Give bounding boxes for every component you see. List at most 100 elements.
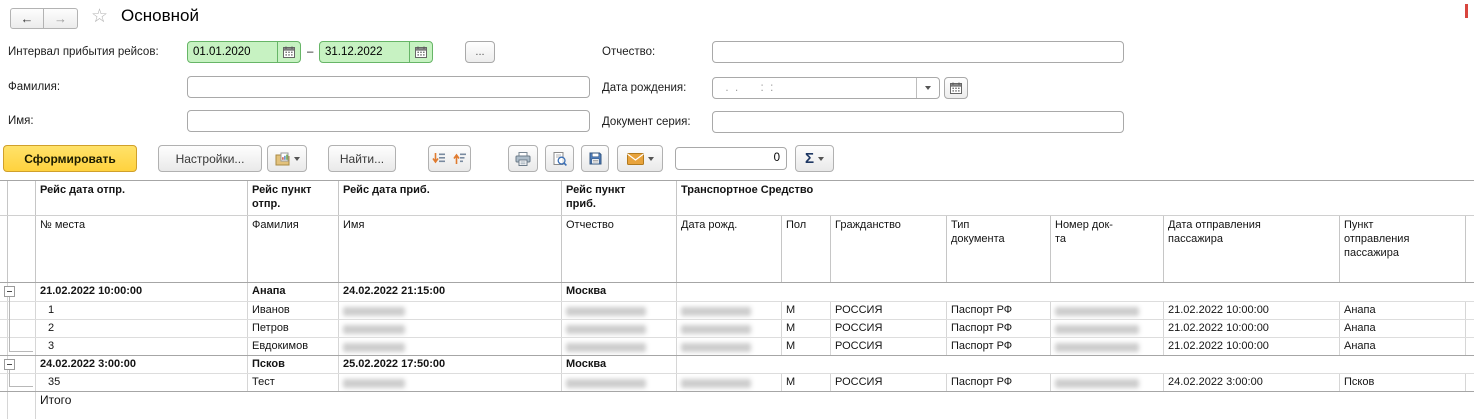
- passenger-depart-point[interactable]: Анапа: [1340, 302, 1466, 319]
- passenger-citizenship[interactable]: РОССИЯ: [831, 302, 947, 319]
- seat-number[interactable]: 1: [36, 302, 248, 319]
- collapse-icon[interactable]: [4, 286, 15, 297]
- passenger-surname[interactable]: Тест: [248, 374, 339, 391]
- date-to-field[interactable]: 31.12.2022: [319, 41, 433, 63]
- print-button[interactable]: [508, 145, 538, 172]
- passenger-depart-point[interactable]: Анапа: [1340, 338, 1466, 355]
- flight-arrive-date[interactable]: 25.02.2022 17:50:00: [339, 356, 562, 373]
- flight-depart-point[interactable]: Анапа: [248, 283, 339, 301]
- document-type[interactable]: Паспорт РФ: [947, 320, 1051, 337]
- date-from-value[interactable]: 01.01.2020: [188, 42, 277, 62]
- document-type[interactable]: Паспорт РФ: [947, 338, 1051, 355]
- passenger-patronymic[interactable]: [562, 320, 677, 337]
- passenger-sex[interactable]: М: [782, 302, 831, 319]
- passenger-surname[interactable]: Петров: [248, 320, 339, 337]
- interval-more-button[interactable]: ...: [465, 41, 495, 63]
- document-type[interactable]: Паспорт РФ: [947, 302, 1051, 319]
- status-marker: [1465, 4, 1468, 18]
- settings-button[interactable]: Настройки...: [158, 145, 262, 172]
- doc-series-input[interactable]: [712, 111, 1124, 133]
- passenger-surname[interactable]: Иванов: [248, 302, 339, 319]
- collapse-groups-button[interactable]: [449, 145, 471, 172]
- table-cell: [677, 283, 1474, 301]
- date-from-field[interactable]: 01.01.2020: [187, 41, 301, 63]
- seat-number[interactable]: 3: [36, 338, 248, 355]
- document-number[interactable]: [1051, 338, 1164, 355]
- passenger-citizenship[interactable]: РОССИЯ: [831, 374, 947, 391]
- find-button[interactable]: Найти...: [328, 145, 396, 172]
- passenger-depart-point[interactable]: Псков: [1340, 374, 1466, 391]
- quick-sum-field[interactable]: 0: [675, 147, 787, 170]
- report-variants-icon: [275, 152, 290, 166]
- birthdate-field[interactable]: . . : :: [712, 77, 940, 99]
- table-cell: [1466, 320, 1474, 337]
- passenger-depart-date[interactable]: 21.02.2022 10:00:00: [1164, 338, 1340, 355]
- back-button[interactable]: ←: [10, 8, 44, 29]
- flight-arrive-date[interactable]: 24.02.2022 21:15:00: [339, 283, 562, 301]
- generate-button[interactable]: Сформировать: [3, 145, 137, 172]
- passenger-depart-date[interactable]: 21.02.2022 10:00:00: [1164, 302, 1340, 319]
- passenger-patronymic[interactable]: [562, 374, 677, 391]
- flight-depart-date[interactable]: 21.02.2022 10:00:00: [36, 283, 248, 301]
- passenger-patronymic[interactable]: [562, 338, 677, 355]
- passenger-birthdate[interactable]: [677, 338, 782, 355]
- passenger-sex[interactable]: М: [782, 320, 831, 337]
- seat-number[interactable]: 35: [36, 374, 248, 391]
- passenger-name[interactable]: [339, 302, 562, 319]
- date-to-value[interactable]: 31.12.2022: [320, 42, 409, 62]
- passenger-citizenship[interactable]: РОССИЯ: [831, 338, 947, 355]
- passenger-name[interactable]: [339, 338, 562, 355]
- favorite-star-icon[interactable]: ☆: [91, 7, 108, 26]
- passenger-citizenship[interactable]: РОССИЯ: [831, 320, 947, 337]
- collapse-icon[interactable]: [4, 359, 15, 370]
- flight-arrive-point[interactable]: Москва: [562, 356, 677, 373]
- forward-button[interactable]: →: [44, 8, 78, 29]
- document-number[interactable]: [1051, 302, 1164, 319]
- date-from-calendar-button[interactable]: [277, 42, 300, 62]
- passenger-birthdate[interactable]: [677, 302, 782, 319]
- passenger-name[interactable]: [339, 320, 562, 337]
- passenger-sex[interactable]: М: [782, 338, 831, 355]
- passenger-name[interactable]: [339, 374, 562, 391]
- table-cell: [8, 320, 36, 337]
- passenger-birthdate[interactable]: [677, 374, 782, 391]
- seat-number[interactable]: 2: [36, 320, 248, 337]
- masked-value: [1055, 379, 1139, 388]
- flight-depart-date[interactable]: 24.02.2022 3:00:00: [36, 356, 248, 373]
- table-row: 35Тест МРОССИЯПаспорт РФ 24.02.2022 3:00:0…: [0, 373, 1474, 391]
- patronymic-label: Отчество:: [602, 41, 655, 63]
- document-type[interactable]: Паспорт РФ: [947, 374, 1051, 391]
- name-input[interactable]: [187, 110, 590, 132]
- birthdate-calendar-button[interactable]: [944, 77, 968, 99]
- passenger-surname[interactable]: Евдокимов: [248, 338, 339, 355]
- preview-button[interactable]: [545, 145, 574, 172]
- sigma-icon: Σ: [805, 151, 814, 166]
- expand-groups-button[interactable]: [428, 145, 450, 172]
- passenger-depart-date[interactable]: 21.02.2022 10:00:00: [1164, 320, 1340, 337]
- patronymic-input[interactable]: [712, 41, 1124, 63]
- surname-input[interactable]: [187, 76, 590, 98]
- flight-arrive-point[interactable]: Москва: [562, 283, 677, 301]
- column-header: Фамилия: [248, 216, 339, 282]
- table-cell: [0, 320, 8, 337]
- table-cell: [1466, 374, 1474, 391]
- passenger-patronymic[interactable]: [562, 302, 677, 319]
- save-button[interactable]: [581, 145, 609, 172]
- table-cell: [8, 181, 36, 215]
- passenger-depart-point[interactable]: Анапа: [1340, 320, 1466, 337]
- autosum-button[interactable]: Σ: [795, 145, 834, 172]
- forward-arrow-icon: →: [54, 11, 67, 26]
- table-cell: [8, 216, 36, 282]
- document-number[interactable]: [1051, 320, 1164, 337]
- passenger-sex[interactable]: М: [782, 374, 831, 391]
- passenger-depart-date[interactable]: 24.02.2022 3:00:00: [1164, 374, 1340, 391]
- flight-depart-point[interactable]: Псков: [248, 356, 339, 373]
- column-header: Пол: [782, 216, 831, 282]
- document-number[interactable]: [1051, 374, 1164, 391]
- date-to-calendar-button[interactable]: [409, 42, 432, 62]
- passenger-birthdate[interactable]: [677, 320, 782, 337]
- send-email-button[interactable]: [617, 145, 663, 172]
- masked-value: [566, 379, 646, 388]
- report-variants-button[interactable]: [267, 145, 307, 172]
- birthdate-dropdown-button[interactable]: [916, 78, 939, 98]
